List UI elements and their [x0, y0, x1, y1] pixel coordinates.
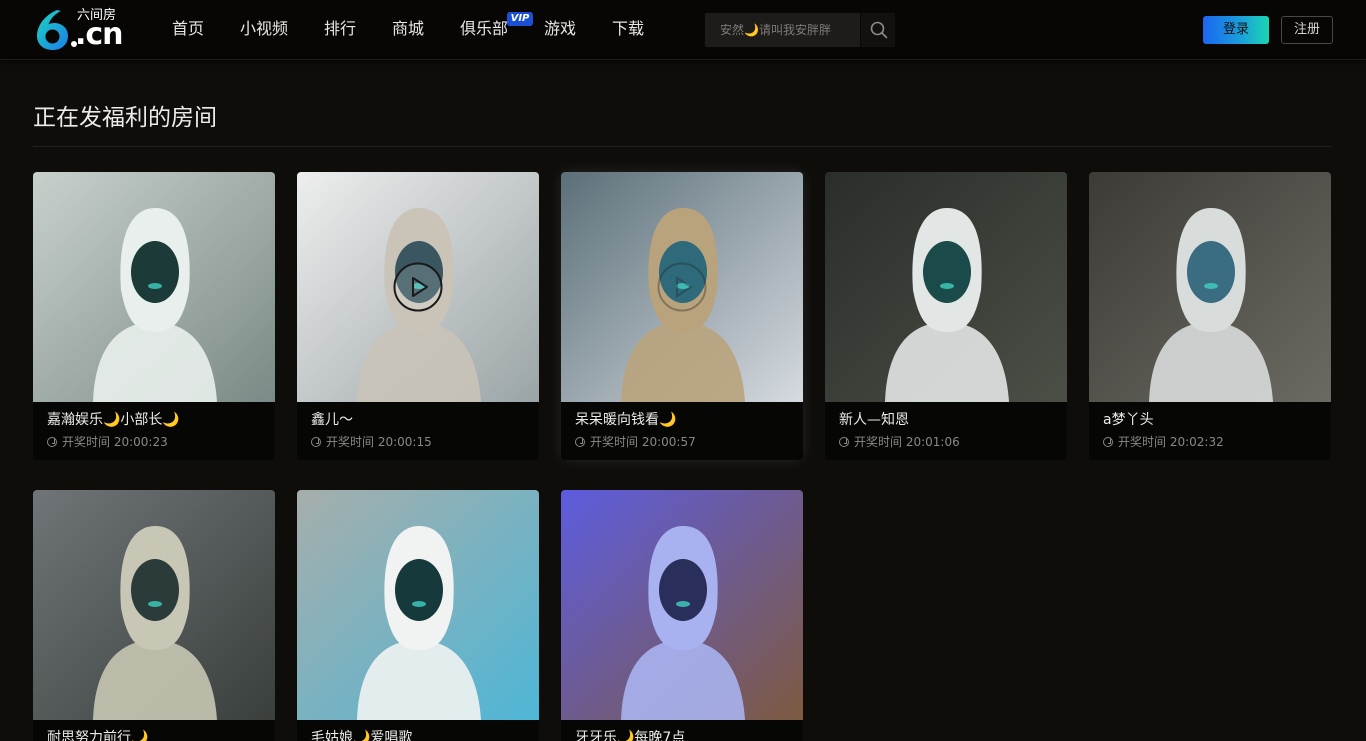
nav-item-games[interactable]: 游戏 [544, 18, 576, 40]
room-name: 牙牙乐🌙每晚7点 [575, 730, 686, 741]
nav-item-ranking[interactable]: 排行 [324, 18, 356, 40]
room-thumbnail [825, 172, 1067, 402]
room-card[interactable]: a梦丫头 开奖时间 20:02:32 [1089, 172, 1331, 460]
room-name: 毛姑娘🌙爱唱歌 [311, 730, 413, 741]
top-navigation-bar: 六间房 .cn 首页 小视频 排行 商城 俱乐部 游戏 下载 VIP 登录 注册 [0, 0, 1366, 60]
logo-domain: .cn [71, 17, 124, 52]
clock-icon [839, 437, 849, 447]
room-draw-time: 开奖时间 20:00:23 [47, 434, 168, 451]
search-icon [870, 21, 888, 39]
clock-icon [47, 437, 57, 447]
nav-item-club[interactable]: 俱乐部 [460, 18, 508, 40]
room-name: a梦丫头 [1103, 412, 1154, 428]
room-draw-time: 开奖时间 20:00:15 [311, 434, 432, 451]
nav-item-short-video[interactable]: 小视频 [240, 18, 288, 40]
clock-icon [575, 437, 585, 447]
room-draw-time: 开奖时间 20:01:06 [839, 434, 960, 451]
room-name: 耐思努力前行🌙 [47, 730, 149, 741]
room-card[interactable]: 新人—知恩 开奖时间 20:01:06 [825, 172, 1067, 460]
clock-icon [311, 437, 321, 447]
register-button[interactable]: 注册 [1281, 16, 1333, 44]
room-thumbnail [297, 490, 539, 720]
room-thumbnail [33, 490, 275, 720]
room-card[interactable]: 嘉瀚娱乐🌙小部长🌙 开奖时间 20:00:23 [33, 172, 275, 460]
nav-item-download[interactable]: 下载 [612, 18, 644, 40]
search-box [705, 13, 895, 47]
room-name: 呆呆暖向钱看🌙 [575, 412, 677, 428]
room-name: 新人—知恩 [839, 412, 909, 428]
room-draw-time: 开奖时间 20:02:32 [1103, 434, 1224, 451]
search-button[interactable] [860, 13, 895, 47]
nav-item-home[interactable]: 首页 [172, 18, 204, 40]
room-thumbnail [33, 172, 275, 402]
room-draw-time: 开奖时间 20:00:57 [575, 434, 696, 451]
section-divider [33, 146, 1332, 147]
room-card[interactable]: 耐思努力前行🌙 [33, 490, 275, 741]
vip-badge: VIP [507, 12, 533, 26]
site-logo[interactable]: 六间房 .cn [33, 8, 125, 52]
room-card[interactable]: 牙牙乐🌙每晚7点 [561, 490, 803, 741]
search-input[interactable] [705, 13, 859, 47]
room-name: 嘉瀚娱乐🌙小部长🌙 [47, 412, 180, 428]
play-icon[interactable] [657, 262, 707, 312]
clock-icon [1103, 437, 1113, 447]
room-card[interactable]: 鑫儿～ 开奖时间 20:00:15 [297, 172, 539, 460]
play-icon[interactable] [393, 262, 443, 312]
section-title: 正在发福利的房间 [33, 105, 217, 131]
room-thumbnail [1089, 172, 1331, 402]
login-button[interactable]: 登录 [1203, 16, 1269, 44]
room-card[interactable]: 毛姑娘🌙爱唱歌 [297, 490, 539, 741]
room-thumbnail [561, 490, 803, 720]
room-name: 鑫儿～ [311, 412, 353, 428]
nav-item-mall[interactable]: 商城 [392, 18, 424, 40]
room-card[interactable]: 呆呆暖向钱看🌙 开奖时间 20:00:57 [561, 172, 803, 460]
